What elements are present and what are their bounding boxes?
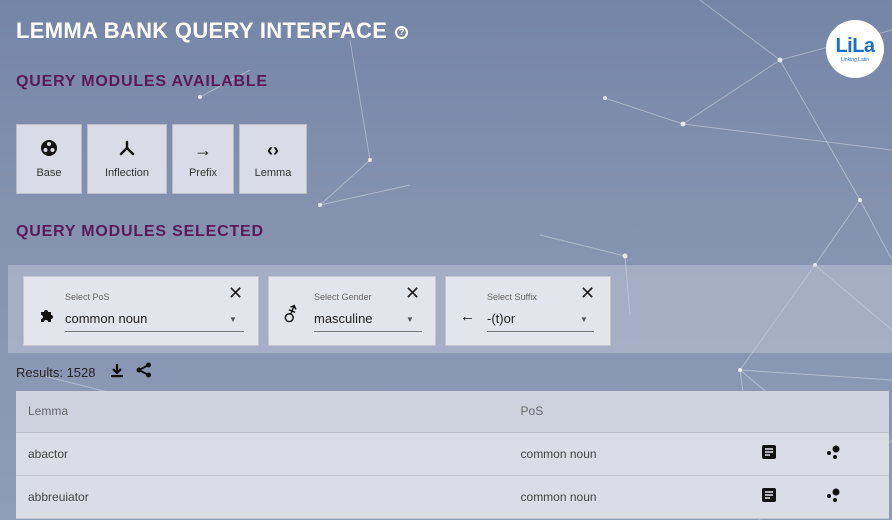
pos-filter-card: Select PoS ✕ common noun ▼ [23, 276, 259, 346]
suffix-select-underline [487, 331, 594, 332]
lemma-cell: abbreuiator [16, 475, 509, 519]
arrow-right-icon: → [194, 140, 212, 160]
gender-filter-caption: Select Gender [314, 292, 372, 302]
arrow-left-icon: ← [460, 308, 475, 325]
module-base-button[interactable]: Base [16, 124, 82, 194]
module-label: Lemma [254, 167, 292, 179]
table-row[interactable]: abbreuiator common noun [16, 475, 889, 519]
results-count: Results: 1528 [16, 364, 96, 380]
gender-select-underline [314, 331, 422, 332]
available-modules-heading: QUERY MODULES AVAILABLE [16, 73, 268, 90]
graph-nodes-icon[interactable] [826, 488, 842, 506]
pos-select-value[interactable]: common noun [65, 311, 147, 326]
module-label: Prefix [188, 167, 218, 179]
document-icon[interactable] [762, 487, 777, 506]
selected-modules-heading: QUERY MODULES SELECTED [16, 223, 264, 240]
gender-select-value[interactable]: masculine [314, 311, 373, 326]
page-title-text: LEMMA BANK QUERY INTERFACE [16, 18, 388, 43]
available-modules-list: Base Inflection → Prefix ‹› Lemma [16, 124, 307, 194]
download-icon[interactable] [110, 363, 124, 382]
share-icon[interactable] [136, 362, 152, 382]
chevron-down-icon[interactable]: ▼ [580, 315, 588, 324]
base-icon [40, 139, 58, 161]
results-bar: Results: 1528 [16, 362, 152, 382]
code-brackets-icon: ‹› [267, 140, 279, 160]
lila-logo: LiLa Linking Latin [826, 20, 884, 78]
module-prefix-button[interactable]: → Prefix [172, 124, 234, 194]
puzzle-icon [38, 307, 55, 329]
suffix-filter-close-icon[interactable]: ✕ [580, 283, 595, 304]
logo-text: LiLa [835, 34, 875, 57]
pos-filter-close-icon[interactable]: ✕ [228, 283, 243, 304]
suffix-filter-card: Select Suffix ✕ ← -(t)or ▼ [445, 276, 611, 346]
actions-column-header [825, 391, 889, 433]
results-table: Lemma PoS abactor common noun abbreuiato… [16, 391, 889, 519]
module-label: Inflection [104, 167, 150, 179]
document-icon[interactable] [762, 444, 777, 463]
table-header-row: Lemma PoS [16, 391, 889, 433]
module-label: Base [36, 167, 62, 179]
gender-filter-close-icon[interactable]: ✕ [405, 283, 420, 304]
question-circle-icon[interactable]: ? [395, 25, 409, 39]
lemma-column-header[interactable]: Lemma [16, 391, 509, 433]
module-inflection-button[interactable]: Inflection [87, 124, 167, 194]
gender-icon: ⚦ [282, 305, 299, 327]
chevron-down-icon[interactable]: ▼ [406, 315, 414, 324]
gender-filter-card: Select Gender ✕ ⚦ masculine ▼ [268, 276, 436, 346]
lemma-cell: abactor [16, 432, 509, 476]
pos-filter-caption: Select PoS [65, 292, 110, 302]
pos-cell: common noun [508, 432, 763, 476]
suffix-filter-caption: Select Suffix [487, 292, 537, 302]
pos-select-underline [65, 331, 244, 332]
page-title: LEMMA BANK QUERY INTERFACE ? [16, 18, 409, 44]
graph-nodes-icon[interactable] [826, 445, 842, 463]
module-lemma-button[interactable]: ‹› Lemma [239, 124, 307, 194]
actions-column-header [762, 391, 826, 433]
pos-column-header[interactable]: PoS [508, 391, 763, 433]
logo-subtext: Linking Latin [840, 56, 870, 63]
table-row[interactable]: abactor common noun [16, 432, 889, 476]
chevron-down-icon[interactable]: ▼ [229, 315, 237, 324]
inflection-icon [118, 139, 136, 161]
pos-cell: common noun [508, 475, 763, 519]
suffix-select-value[interactable]: -(t)or [487, 311, 515, 326]
